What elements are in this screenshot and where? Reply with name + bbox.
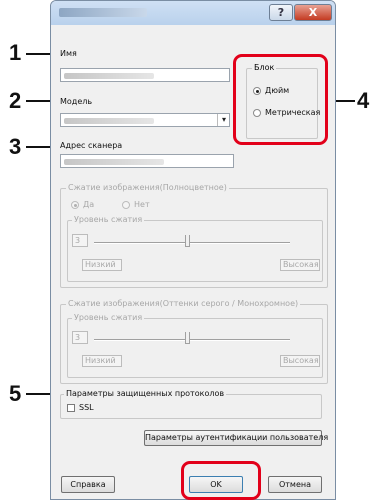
user-auth-settings-button[interactable]: Параметры аутентификации пользователя: [144, 430, 328, 446]
callout-number-4: 4: [357, 88, 370, 113]
title-close-button[interactable]: X: [294, 4, 332, 21]
model-select[interactable]: ▾: [60, 113, 230, 127]
color-level-low-label: Низкий: [82, 259, 122, 271]
color-level-value: 3: [72, 234, 88, 247]
dialog-title-blurred: [59, 8, 147, 17]
scanner-address-label: Адрес сканера: [60, 141, 123, 150]
color-level-group: Уровень сжатия 3 Низкий Высокая: [67, 215, 323, 282]
ssl-checkbox[interactable]: [67, 404, 75, 412]
cancel-button[interactable]: Отмена: [268, 476, 322, 493]
name-value-blurred: [64, 73, 154, 79]
gray-level-group: Уровень сжатия 3 Низкий Высокая: [67, 313, 323, 378]
gray-level-slider-thumb[interactable]: [185, 332, 190, 344]
secure-protocols-title: Параметры защищенных протоколов: [64, 389, 227, 398]
chevron-down-icon[interactable]: ▾: [217, 114, 229, 126]
units-highlight-frame: [233, 54, 328, 145]
title-bar: ? X: [51, 1, 335, 25]
ssl-label: SSL: [79, 403, 94, 412]
color-level-title: Уровень сжатия: [72, 215, 145, 224]
gray-compression-title: Сжатие изображения(Оттенки серого / Моно…: [66, 299, 301, 308]
scanner-address-input[interactable]: [60, 154, 234, 168]
name-input[interactable]: [60, 68, 230, 82]
gray-level-title: Уровень сжатия: [72, 313, 145, 322]
callout-number-5: 5: [9, 381, 22, 406]
name-label: Имя: [60, 49, 77, 58]
title-help-button[interactable]: ?: [269, 4, 293, 21]
color-compression-yes-radio[interactable]: [71, 201, 79, 209]
model-label: Модель: [60, 97, 93, 106]
scanner-address-value-blurred: [64, 159, 164, 165]
color-compression-no-radio[interactable]: [122, 201, 130, 209]
callout-number-1: 1: [9, 40, 22, 65]
help-button[interactable]: Справка: [61, 476, 115, 493]
color-level-high-label: Высокая: [280, 259, 320, 271]
color-compression-group: Сжатие изображения(Полноцветное) Да Нет …: [60, 183, 328, 288]
gray-level-high-label: Высокая: [280, 355, 320, 367]
gray-level-slider-track[interactable]: [94, 339, 290, 341]
color-level-slider-thumb[interactable]: [185, 235, 190, 247]
ok-highlight-frame: [181, 461, 261, 500]
gray-level-value: 3: [72, 331, 88, 344]
color-level-slider-track[interactable]: [94, 242, 290, 244]
color-compression-no-label: Нет: [134, 200, 150, 209]
gray-level-low-label: Низкий: [82, 355, 122, 367]
color-compression-title: Сжатие изображения(Полноцветное): [66, 183, 229, 192]
callout-number-3: 3: [9, 134, 22, 159]
secure-protocols-group: Параметры защищенных протоколов SSL: [60, 389, 322, 419]
callout-number-2: 2: [9, 88, 22, 113]
color-compression-yes-label: Да: [83, 200, 95, 209]
model-value-blurred: [64, 118, 154, 124]
gray-compression-group: Сжатие изображения(Оттенки серого / Моно…: [60, 299, 328, 384]
